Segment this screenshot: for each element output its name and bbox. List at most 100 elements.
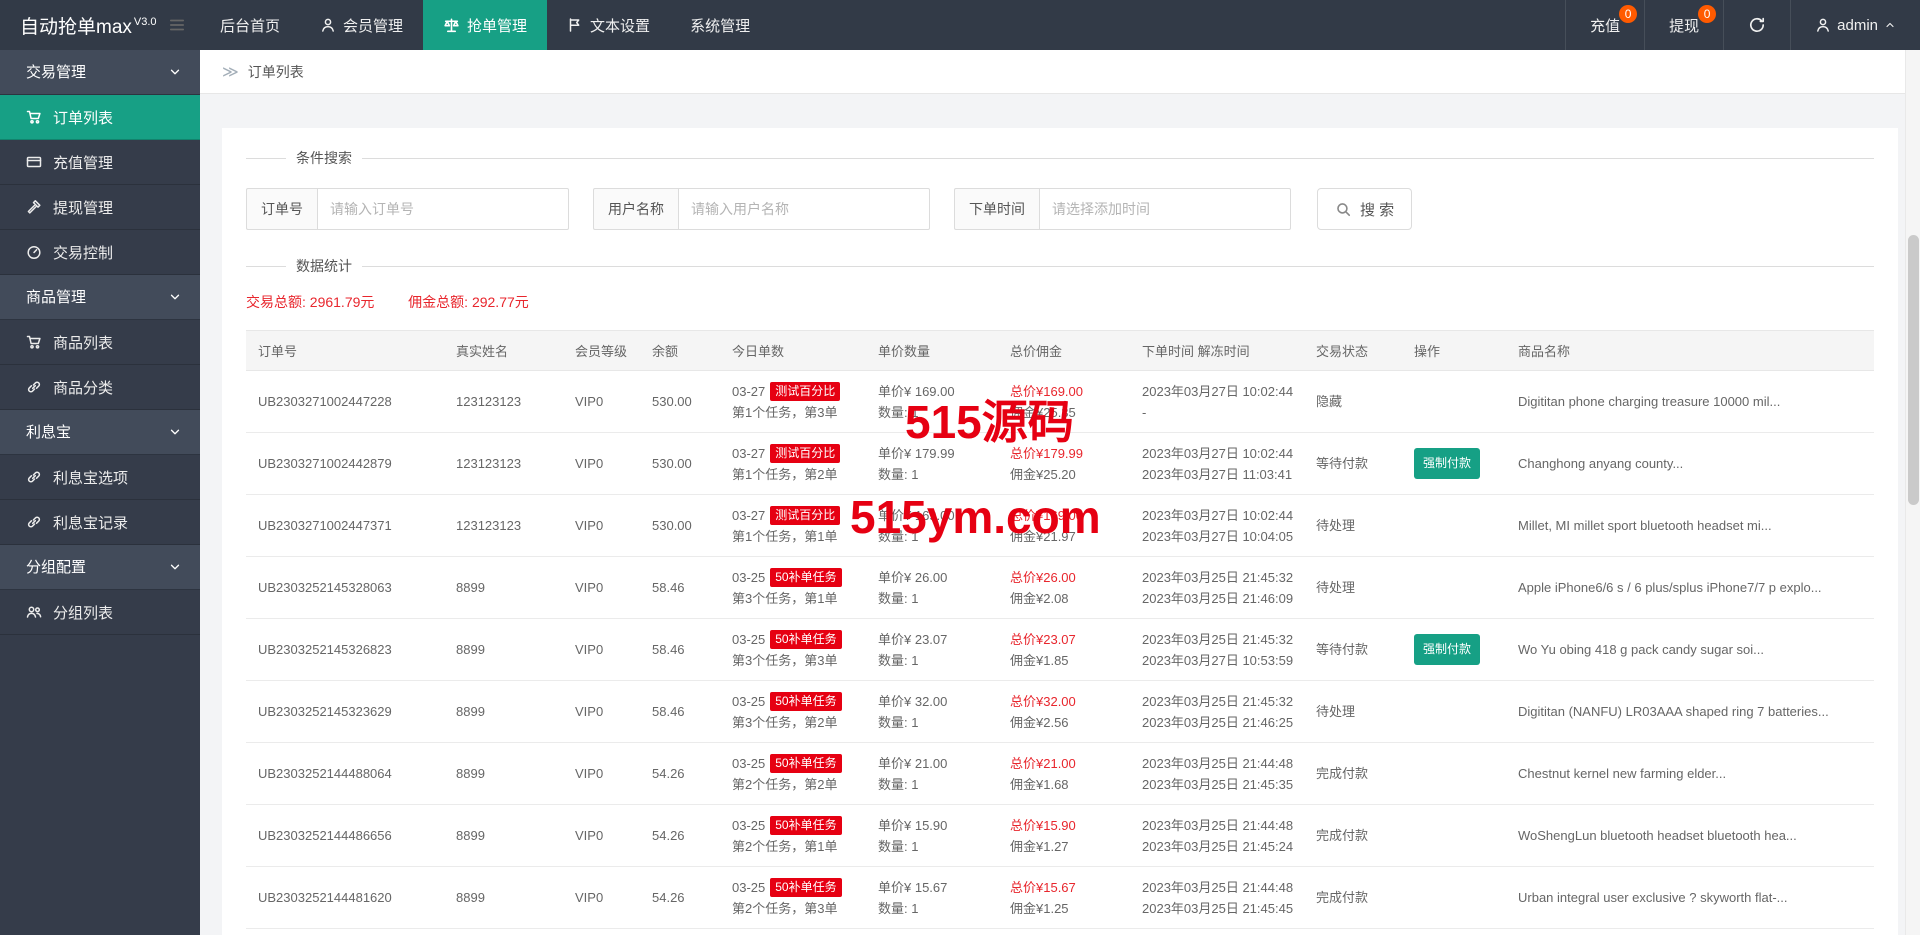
total-commission-cell: 总价¥26.00佣金¥2.08 xyxy=(998,557,1130,619)
nav-item-系统管理[interactable]: 系统管理 xyxy=(670,0,770,50)
status-cell: 完成付款 xyxy=(1304,929,1402,935)
logo-area: 自动抢单maxV3.0 xyxy=(0,0,200,50)
chevron-down-icon xyxy=(168,65,182,79)
total-commission-cell: 总价¥179.99佣金¥25.20 xyxy=(998,433,1130,495)
sidebar-item-提现管理[interactable]: 提现管理 xyxy=(0,185,200,230)
search-button[interactable]: 搜 索 xyxy=(1317,188,1412,230)
time-cell: 2023年03月25日 21:45:322023年03月27日 10:53:59 xyxy=(1130,619,1304,681)
sidebar-item-利息宝记录[interactable]: 利息宝记录 xyxy=(0,500,200,545)
order-no-cell: UB2303252145326823 xyxy=(246,619,444,681)
flag-icon xyxy=(567,17,583,33)
time-cell: 2023年03月25日 21:45:322023年03月25日 21:46:09 xyxy=(1130,557,1304,619)
day-orders-cell: 03-2550补单任务第3个任务，第2单 xyxy=(720,681,866,743)
sidebar-group-交易管理[interactable]: 交易管理 xyxy=(0,50,200,95)
time-cell: 2023年03月25日 21:44:122023年03月25日 21:44:48 xyxy=(1130,929,1304,935)
day-orders-cell: 03-27测试百分比第1个任务，第1单 xyxy=(720,495,866,557)
search-field-group: 用户名称 xyxy=(593,188,930,230)
page-scrollbar[interactable] xyxy=(1905,50,1920,935)
hamburger-icon[interactable] xyxy=(168,16,186,34)
recharge-button[interactable]: 充值 0 xyxy=(1565,0,1644,50)
balance-cell: 58.46 xyxy=(640,681,720,743)
withdraw-button[interactable]: 提现 0 xyxy=(1644,0,1723,50)
day-orders-cell: 03-27测试百分比第1个任务，第2单 xyxy=(720,433,866,495)
recharge-label: 充值 xyxy=(1590,15,1620,36)
field-input-用户名称[interactable] xyxy=(678,188,930,230)
status-cell: 等待付款 xyxy=(1304,619,1402,681)
product-name-cell: Changhong anyang county... xyxy=(1506,433,1874,495)
chevron-down-icon xyxy=(168,425,182,439)
cart-icon xyxy=(26,109,42,125)
field-input-订单号[interactable] xyxy=(317,188,569,230)
time-cell: 2023年03月25日 21:44:482023年03月25日 21:45:45 xyxy=(1130,867,1304,929)
table-row: UB23032521444880648899VIP054.2603-2550补单… xyxy=(246,743,1874,805)
task-badge: 50补单任务 xyxy=(770,630,841,649)
price-qty-cell: 单价¥ 169.00数量: 1 xyxy=(866,371,998,433)
order-no-cell: UB2303271002447371 xyxy=(246,495,444,557)
status-cell: 隐藏 xyxy=(1304,371,1402,433)
total-amount-value: 2961.79元 xyxy=(310,294,375,310)
price-qty-cell: 单价¥ 179.99数量: 1 xyxy=(866,433,998,495)
nav-item-会员管理[interactable]: 会员管理 xyxy=(300,0,423,50)
action-cell xyxy=(1402,681,1506,743)
stats-legend: 数据统计 xyxy=(286,256,362,276)
withdraw-badge: 0 xyxy=(1698,5,1716,23)
column-header: 商品名称 xyxy=(1506,331,1874,371)
stats-line: 交易总额: 2961.79元 佣金总额: 292.77元 xyxy=(246,292,1874,312)
field-label: 下单时间 xyxy=(954,188,1039,230)
nav-item-文本设置[interactable]: 文本设置 xyxy=(547,0,670,50)
order-no-cell: UB2303252144481620 xyxy=(246,867,444,929)
vip-level-cell: VIP0 xyxy=(563,619,640,681)
force-pay-button[interactable]: 强制付款 xyxy=(1414,448,1480,479)
sidebar-item-订单列表[interactable]: 订单列表 xyxy=(0,95,200,140)
sidebar-group-商品管理[interactable]: 商品管理 xyxy=(0,275,200,320)
balance-cell: 530.00 xyxy=(640,495,720,557)
total-commission-cell: 总价¥25.00佣金¥2.00 xyxy=(998,929,1130,935)
table-row: UB23032521444816208899VIP054.2603-2550补单… xyxy=(246,867,1874,929)
sidebar-item-利息宝选项[interactable]: 利息宝选项 xyxy=(0,455,200,500)
real-name-cell: 8899 xyxy=(444,619,563,681)
time-cell: 2023年03月25日 21:45:322023年03月25日 21:46:25 xyxy=(1130,681,1304,743)
nav-item-label: 会员管理 xyxy=(343,15,403,36)
action-cell: 强制付款 xyxy=(1402,433,1506,495)
refresh-button[interactable] xyxy=(1723,0,1790,50)
sidebar-group-title: 利息宝 xyxy=(26,424,71,441)
product-name-cell: Apple iPhone6/6 s / 6 plus/splus iPhone7… xyxy=(1506,557,1874,619)
product-name-cell: WoShengLun bluetooth headset bluetooth h… xyxy=(1506,805,1874,867)
sidebar-group-分组配置[interactable]: 分组配置 xyxy=(0,545,200,590)
task-badge: 50补单任务 xyxy=(770,568,841,587)
user-menu[interactable]: admin xyxy=(1790,0,1920,50)
sidebar-item-商品列表[interactable]: 商品列表 xyxy=(0,320,200,365)
sidebar-item-商品分类[interactable]: 商品分类 xyxy=(0,365,200,410)
link-icon xyxy=(26,379,42,395)
day-orders-cell: 03-2550补单任务第1个任务，第1单 xyxy=(720,929,866,935)
sidebar-item-充值管理[interactable]: 充值管理 xyxy=(0,140,200,185)
status-cell: 完成付款 xyxy=(1304,867,1402,929)
price-qty-cell: 单价¥ 15.67数量: 1 xyxy=(866,867,998,929)
sidebar-item-label: 充值管理 xyxy=(53,152,113,173)
sidebar-item-分组列表[interactable]: 分组列表 xyxy=(0,590,200,635)
real-name-cell: 8899 xyxy=(444,743,563,805)
force-pay-button[interactable]: 强制付款 xyxy=(1414,634,1480,665)
sidebar-item-交易控制[interactable]: 交易控制 xyxy=(0,230,200,275)
sidebar-group-利息宝[interactable]: 利息宝 xyxy=(0,410,200,455)
real-name-cell: 123123123 xyxy=(444,371,563,433)
field-label: 用户名称 xyxy=(593,188,678,230)
scrollbar-thumb[interactable] xyxy=(1908,235,1919,505)
product-name-cell: Liu Tao yunnan stone forest fruit net ro… xyxy=(1506,929,1874,935)
nav-item-后台首页[interactable]: 后台首页 xyxy=(200,0,300,50)
field-input-下单时间[interactable] xyxy=(1039,188,1291,230)
sidebar-item-label: 订单列表 xyxy=(53,107,113,128)
table-row: UB23032521441277968899VIP050.2603-2550补单… xyxy=(246,929,1874,935)
scales-icon xyxy=(443,17,460,34)
vip-level-cell: VIP0 xyxy=(563,371,640,433)
magnifier-icon xyxy=(1335,201,1352,218)
refresh-icon xyxy=(1748,16,1766,34)
balance-cell: 50.26 xyxy=(640,929,720,935)
app-title: 自动抢单maxV3.0 xyxy=(20,12,157,39)
breadcrumb: ≫ 订单列表 xyxy=(200,50,1920,94)
stats-fieldset: 数据统计 xyxy=(246,256,1874,276)
table-row: UB23032521453268238899VIP058.4603-2550补单… xyxy=(246,619,1874,681)
action-cell xyxy=(1402,743,1506,805)
nav-item-抢单管理[interactable]: 抢单管理 xyxy=(423,0,547,50)
time-cell: 2023年03月27日 10:02:44- xyxy=(1130,371,1304,433)
